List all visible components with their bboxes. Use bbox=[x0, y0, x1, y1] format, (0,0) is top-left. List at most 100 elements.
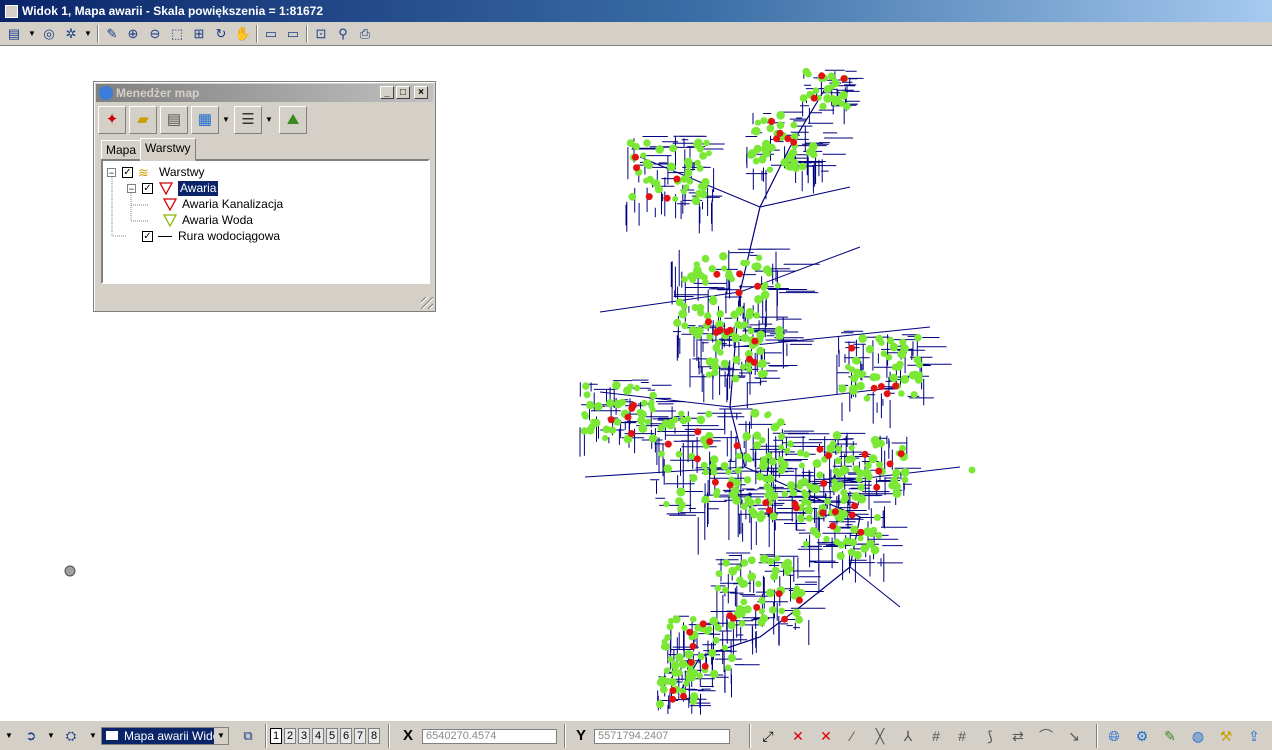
dropdown-arrow-icon[interactable]: ▼ bbox=[84, 25, 92, 43]
open-folder-icon[interactable]: ▰ bbox=[129, 106, 157, 134]
page-button-6[interactable]: 6 bbox=[340, 728, 352, 744]
layer-checkbox[interactable]: ✓ bbox=[142, 183, 153, 194]
split-line-icon[interactable]: ⅄ bbox=[898, 727, 918, 745]
page-button-4[interactable]: 4 bbox=[312, 728, 324, 744]
water-failure-marker bbox=[797, 449, 805, 457]
collapse-toggle[interactable]: − bbox=[127, 184, 136, 194]
intersect-icon[interactable]: ╳ bbox=[870, 727, 890, 745]
tools-icon[interactable]: ⚒ bbox=[1216, 727, 1236, 745]
zoom-in-icon[interactable]: ⊕ bbox=[124, 25, 142, 43]
cascade-windows-icon[interactable]: ⧉ bbox=[236, 727, 260, 745]
layer-checkbox[interactable]: ✓ bbox=[142, 231, 153, 242]
refresh-icon[interactable]: ↻ bbox=[212, 25, 230, 43]
page-button-5[interactable]: 5 bbox=[326, 728, 338, 744]
page-button-8[interactable]: 8 bbox=[368, 728, 380, 744]
water-failure-marker bbox=[751, 127, 759, 135]
page-button-3[interactable]: 3 bbox=[298, 728, 310, 744]
chevron-down-icon[interactable]: ▼ bbox=[214, 728, 228, 744]
delete-node-icon[interactable]: ✕ bbox=[788, 727, 808, 745]
water-failure-marker bbox=[832, 467, 840, 475]
legend-dropdown-icon[interactable]: ▼ bbox=[264, 106, 274, 134]
zoom-window-icon[interactable]: ⤢ bbox=[758, 727, 778, 745]
add-layer-icon[interactable]: ▦ bbox=[191, 106, 219, 134]
water-failure-marker bbox=[875, 531, 883, 539]
back-arrow-icon[interactable]: ➲ bbox=[20, 727, 42, 745]
page-button-2[interactable]: 2 bbox=[284, 728, 296, 744]
resize-grip[interactable] bbox=[421, 297, 433, 309]
draw-line-icon[interactable]: ⁄ bbox=[842, 727, 862, 745]
export-icon[interactable]: ⇪ bbox=[1244, 727, 1264, 745]
tab-warstwy[interactable]: Warstwy bbox=[140, 138, 196, 161]
pen-icon[interactable]: ✎ bbox=[103, 25, 121, 43]
add-layer-dropdown-icon[interactable]: ▼ bbox=[221, 106, 231, 134]
sun-icon[interactable]: ✲ bbox=[62, 25, 80, 43]
maximize-button[interactable]: □ bbox=[396, 86, 410, 99]
red-triangle-icon bbox=[159, 182, 173, 195]
tab-mapa[interactable]: Mapa bbox=[101, 140, 142, 160]
water-failure-marker bbox=[853, 550, 862, 560]
water-failure-marker bbox=[900, 375, 909, 384]
network-icon[interactable]: ⚙ bbox=[1132, 727, 1152, 745]
info-tool-icon[interactable]: ⚲ bbox=[334, 25, 352, 43]
water-failure-marker bbox=[892, 468, 901, 477]
grid-light-icon[interactable]: # bbox=[952, 727, 972, 745]
bend-icon[interactable]: ↘ bbox=[1064, 727, 1084, 745]
minimize-button[interactable]: _ bbox=[380, 86, 394, 99]
zoom-rectangle-icon[interactable]: ⬚ bbox=[168, 25, 186, 43]
delete-object-icon[interactable]: ✕ bbox=[816, 727, 836, 745]
view-select[interactable]: Mapa awarii Widok ▼ bbox=[101, 727, 229, 745]
globe-icon[interactable]: ◎ bbox=[40, 25, 58, 43]
web-globe-icon[interactable]: ◍ bbox=[1188, 727, 1208, 745]
water-failure-marker bbox=[911, 370, 920, 380]
page-button-7[interactable]: 7 bbox=[354, 728, 366, 744]
dropdown-arrow-icon[interactable]: ▼ bbox=[88, 727, 98, 745]
properties-icon[interactable]: ▤ bbox=[160, 106, 188, 134]
layer-checkbox[interactable]: ✓ bbox=[122, 167, 133, 178]
sewer-failure-marker bbox=[892, 382, 900, 390]
zoom-out-icon[interactable]: ⊖ bbox=[146, 25, 164, 43]
water-failure-marker bbox=[852, 465, 860, 473]
pan-hand-icon[interactable]: ✋ bbox=[234, 25, 252, 43]
map-manager-title-bar[interactable]: Menedżer map _ □ × bbox=[96, 84, 433, 102]
collapse-toggle[interactable]: − bbox=[107, 168, 116, 178]
zoom-extent-icon[interactable]: ⊞ bbox=[190, 25, 208, 43]
new-document-icon[interactable]: ✦ bbox=[98, 106, 126, 134]
sewer-failure-marker bbox=[736, 270, 744, 278]
water-failure-marker bbox=[762, 265, 772, 275]
map-tools-icon[interactable]: ⛰ bbox=[279, 106, 307, 134]
view-next-icon[interactable]: ▭ bbox=[284, 25, 302, 43]
legend-icon[interactable]: ☰ bbox=[234, 106, 262, 134]
globe-icon[interactable]: 🌐︎ bbox=[1104, 727, 1124, 745]
dropdown-arrow-icon[interactable]: ▼ bbox=[46, 727, 56, 745]
grid-snap-icon[interactable]: # bbox=[926, 727, 946, 745]
sewer-failure-marker bbox=[848, 344, 856, 352]
select-feature-icon[interactable]: ⊡ bbox=[312, 25, 330, 43]
water-failure-marker bbox=[743, 476, 752, 484]
water-failure-marker bbox=[831, 483, 840, 493]
arc-icon[interactable]: ⌒ bbox=[1036, 727, 1056, 745]
print-icon[interactable]: ⎙ bbox=[356, 25, 374, 43]
map-manager-window[interactable]: Menedżer map _ □ × ✦ ▰ ▤ ▦ ▼ ☰ ▼ ⛰ Mapa … bbox=[93, 81, 436, 312]
water-failure-marker bbox=[914, 334, 922, 342]
map-edit-icon[interactable]: ✎ bbox=[1160, 727, 1180, 745]
water-failure-marker bbox=[760, 145, 769, 154]
water-failure-marker bbox=[855, 475, 863, 483]
layer-tree[interactable]: − ✓ ≋ Warstwy − ✓ Awaria Awaria Kanaliza… bbox=[101, 159, 430, 284]
sewer-failure-marker bbox=[851, 502, 859, 510]
reshape-icon[interactable]: ⟆ bbox=[980, 727, 1000, 745]
hat-icon[interactable]: ⛭ bbox=[60, 727, 82, 745]
water-failure-marker bbox=[696, 145, 704, 153]
move-node-icon[interactable]: ⇄ bbox=[1008, 727, 1028, 745]
window-title-bar[interactable]: Widok 1, Mapa awarii - Skala powiększeni… bbox=[0, 0, 1272, 22]
dropdown-arrow-icon[interactable]: ▼ bbox=[4, 727, 14, 745]
view-previous-icon[interactable]: ▭ bbox=[262, 25, 280, 43]
water-failure-marker bbox=[762, 281, 769, 288]
sewer-failure-marker bbox=[820, 479, 828, 487]
close-button[interactable]: × bbox=[414, 86, 428, 99]
window-menu-icon[interactable] bbox=[5, 5, 18, 18]
dropdown-arrow-icon[interactable]: ▼ bbox=[28, 25, 36, 43]
page-button-1[interactable]: 1 bbox=[270, 728, 282, 744]
layer-control-icon[interactable]: ▤ bbox=[5, 25, 23, 43]
status-bar: ▼ ➲ ▼ ⛭ ▼ Mapa awarii Widok ▼ ⧉ 1 2 3 4 … bbox=[0, 720, 1272, 750]
water-failure-marker bbox=[841, 494, 850, 502]
